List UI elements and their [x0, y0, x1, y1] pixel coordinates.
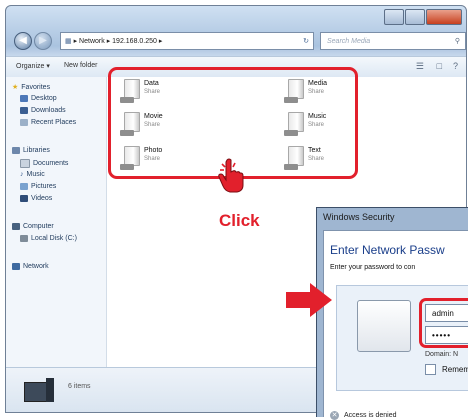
- help-icon[interactable]: ?: [453, 61, 458, 71]
- search-input[interactable]: Search Media ⚲: [320, 32, 466, 50]
- nav-pictures[interactable]: Pictures: [20, 183, 56, 190]
- new-folder-button[interactable]: New folder: [64, 62, 97, 69]
- close-button[interactable]: [426, 9, 462, 25]
- nav-recent-places[interactable]: Recent Places: [20, 119, 76, 126]
- nav-favorites[interactable]: ★ Favorites: [12, 83, 50, 92]
- documents-icon: [20, 159, 30, 168]
- dialog-title: Windows Security: [323, 212, 395, 222]
- network-icon: [12, 263, 20, 270]
- maximize-button[interactable]: [405, 9, 425, 25]
- recent-places-icon: [20, 119, 28, 126]
- nav-music[interactable]: ♪ Music: [20, 171, 45, 178]
- breadcrumb-sep-icon: ▸: [158, 38, 163, 45]
- refresh-icon[interactable]: ↻: [303, 33, 309, 49]
- nav-computer[interactable]: Computer: [12, 223, 54, 230]
- minimize-button[interactable]: [384, 9, 404, 25]
- view-options-icon[interactable]: ☰: [416, 61, 424, 72]
- user-tile-icon[interactable]: [357, 300, 411, 352]
- search-icon[interactable]: ⚲: [455, 33, 460, 51]
- dialog-subheading: Enter your password to con: [330, 264, 416, 271]
- star-icon: ★: [12, 84, 19, 91]
- downloads-icon: [20, 107, 28, 114]
- preview-pane-icon[interactable]: □: [437, 61, 442, 71]
- breadcrumb-network[interactable]: Network: [79, 38, 105, 45]
- disk-icon: [20, 235, 28, 242]
- computer-large-icon: [24, 382, 48, 402]
- videos-icon: [20, 195, 28, 202]
- nav-desktop[interactable]: Desktop: [20, 95, 57, 102]
- nav-downloads[interactable]: Downloads: [20, 107, 66, 114]
- credential-tile: admin ••••• Domain: N Remem: [336, 285, 468, 391]
- address-bar[interactable]: ▦ ▸ Network ▸ 192.168.0.250 ▸ ↻: [60, 32, 314, 50]
- back-button[interactable]: ◀: [14, 32, 32, 50]
- remember-checkbox[interactable]: [425, 364, 436, 375]
- windows-security-dialog: Windows Security Enter Network Passw Ent…: [316, 207, 468, 420]
- click-annotation-label: Click: [219, 211, 260, 230]
- item-count: 6 items: [68, 383, 91, 390]
- dialog-body: Enter Network Passw Enter your password …: [323, 230, 468, 420]
- domain-label: Domain: N: [425, 351, 459, 358]
- network-icon: ▦: [65, 38, 72, 45]
- nav-local-disk[interactable]: Local Disk (C:): [20, 235, 77, 242]
- pointer-hand-icon: [216, 158, 246, 199]
- pictures-icon: [20, 183, 28, 190]
- window-controls: [384, 9, 462, 25]
- search-placeholder: Search Media: [327, 38, 371, 45]
- nav-videos[interactable]: Videos: [20, 195, 52, 202]
- libraries-icon: [12, 147, 20, 154]
- music-icon: ♪: [20, 171, 24, 178]
- remember-credentials[interactable]: Remem: [425, 364, 468, 375]
- nav-libraries[interactable]: Libraries: [12, 147, 50, 154]
- computer-icon: [12, 223, 20, 230]
- credentials-highlight-box: [419, 298, 468, 348]
- dialog-heading: Enter Network Passw: [330, 243, 445, 257]
- address-row: ◀ ▶ ▦ ▸ Network ▸ 192.168.0.250 ▸ ↻ Sear…: [6, 30, 466, 56]
- computer-large-tower-icon: [46, 378, 54, 402]
- organize-menu[interactable]: Organize ▾: [16, 62, 50, 70]
- navigation-pane: ★ Favorites Desktop Downloads Recent Plac…: [6, 77, 107, 367]
- forward-button[interactable]: ▶: [34, 32, 52, 50]
- desktop-icon: [20, 95, 28, 102]
- nav-network[interactable]: Network: [12, 263, 49, 270]
- breadcrumb-host[interactable]: 192.168.0.250: [112, 38, 157, 45]
- nav-documents[interactable]: Documents: [20, 159, 68, 168]
